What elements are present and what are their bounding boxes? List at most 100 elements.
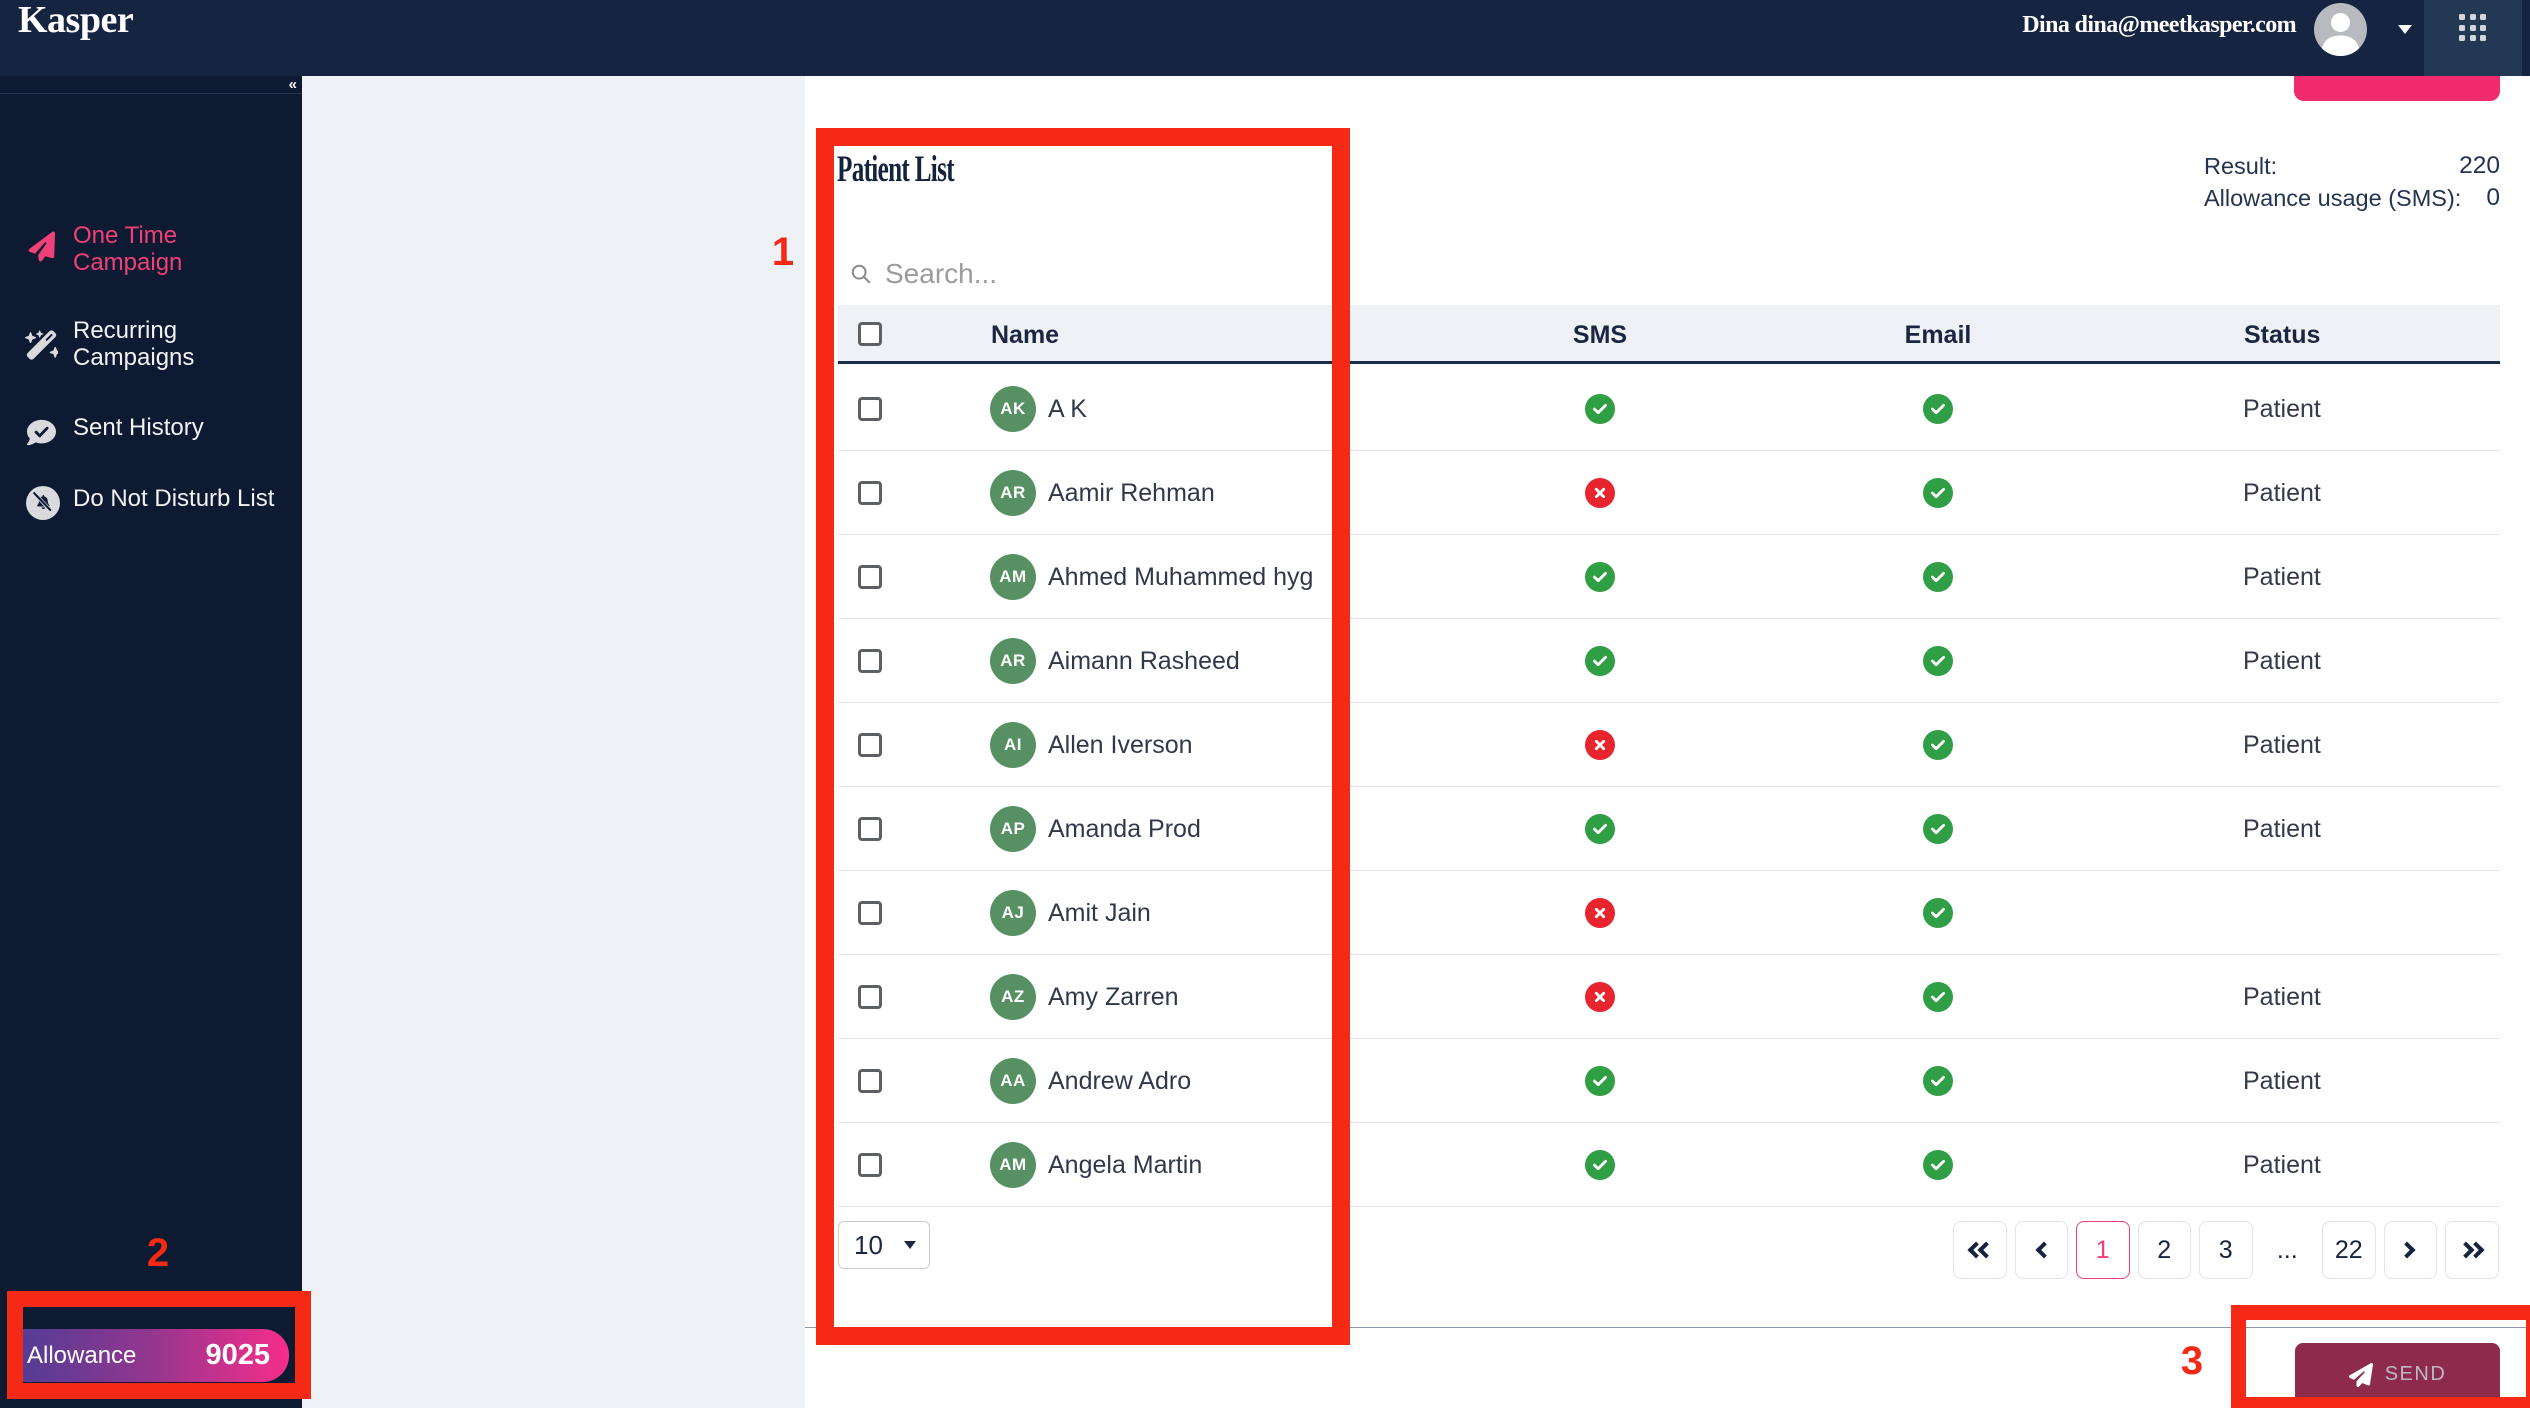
sidebar-item-recurring-campaigns[interactable]: Recurring Campaigns xyxy=(0,297,302,397)
result-row: Allowance usage (SMS): 0 xyxy=(2204,182,2500,214)
row-checkbox[interactable] xyxy=(858,1153,882,1177)
column-header-email[interactable]: Email xyxy=(1838,321,2038,350)
nav-label-line: One Time xyxy=(73,222,178,249)
allowance-value: 9025 xyxy=(205,1339,270,1371)
patient-name: Aimann Rasheed xyxy=(1048,647,1240,675)
patient-name: Andrew Adro xyxy=(1048,1067,1192,1095)
table-row: AM Ahmed Muhammed hyg Patient xyxy=(838,535,2500,619)
email-status-icon xyxy=(1923,562,1953,592)
avatar: AI xyxy=(990,722,1036,768)
chevron-icon xyxy=(2035,1241,2053,1259)
page-button[interactable]: 2 xyxy=(2137,1221,2191,1279)
page-button[interactable]: 1 xyxy=(2076,1221,2130,1279)
collapse-sidebar-icon[interactable]: « xyxy=(289,76,297,93)
email-status-icon xyxy=(1923,646,1953,676)
grid-dot xyxy=(2459,24,2465,31)
user-menu-caret-icon[interactable] xyxy=(2398,25,2412,34)
column-header-sms[interactable]: SMS xyxy=(1500,321,1700,350)
row-checkbox[interactable] xyxy=(858,901,882,925)
patient-status: Patient xyxy=(2243,1067,2321,1095)
table-header: Name SMS Email Status xyxy=(838,305,2500,364)
select-all-checkbox[interactable] xyxy=(858,322,882,346)
page-number: 3 xyxy=(2218,1235,2233,1264)
sms-status-icon xyxy=(1585,898,1615,928)
table-row: AI Allen Iverson Patient xyxy=(838,703,2500,787)
row-checkbox[interactable] xyxy=(858,397,882,421)
patient-name: Amanda Prod xyxy=(1048,815,1201,843)
search-icon xyxy=(851,264,871,284)
user-email: Dina dina@meetkasper.com xyxy=(2022,12,2296,38)
patient-status: Patient xyxy=(2243,983,2321,1011)
sidebar-item-label: Do Not Disturb List xyxy=(73,485,274,512)
avatar: AJ xyxy=(990,890,1036,936)
check-circle-icon xyxy=(1923,898,1953,928)
sidebar-item-do-not-disturb[interactable]: Do Not Disturb List xyxy=(0,463,302,539)
chevron-icon xyxy=(2467,1241,2485,1259)
row-checkbox[interactable] xyxy=(858,649,882,673)
column-header-name[interactable]: Name xyxy=(991,321,1059,350)
select-caret-icon xyxy=(904,1241,916,1249)
grid-dot xyxy=(2469,35,2476,41)
row-checkbox[interactable] xyxy=(858,481,882,505)
email-status-icon xyxy=(1923,982,1953,1012)
result-value: 220 xyxy=(2459,152,2500,179)
page-button[interactable]: › xyxy=(2383,1221,2437,1279)
footer-divider xyxy=(805,1327,2530,1328)
sidebar-item-one-time-campaign[interactable]: One Time Campaign xyxy=(0,198,302,298)
table-body: AK A K Patient AR Aamir Rehman Patient A… xyxy=(838,367,2500,1207)
check-circle-icon xyxy=(1923,814,1953,844)
bell-slash-icon xyxy=(26,486,60,525)
page-button[interactable]: « xyxy=(1953,1221,2007,1279)
column-header-status[interactable]: Status xyxy=(2244,321,2320,350)
result-row: Result: 220 xyxy=(2204,150,2500,182)
chat-check-icon xyxy=(26,418,57,452)
avatar: AK xyxy=(990,386,1036,432)
send-button[interactable]: SEND xyxy=(2295,1343,2500,1408)
table-row: AR Aimann Rasheed Patient xyxy=(838,619,2500,703)
patient-name: A K xyxy=(1048,395,1087,423)
page-button[interactable]: ‹ xyxy=(2014,1221,2068,1279)
check-circle-icon xyxy=(1923,1066,1953,1096)
page-button[interactable]: 3 xyxy=(2199,1221,2253,1279)
row-checkbox[interactable] xyxy=(858,817,882,841)
sidebar-collapse-bar: « xyxy=(0,76,302,94)
page-button[interactable]: ... xyxy=(2261,1221,2315,1279)
patient-name: Allen Iverson xyxy=(1048,731,1193,759)
patient-name: Ahmed Muhammed hyg xyxy=(1048,563,1314,591)
sidebar-item-sent-history[interactable]: Sent History xyxy=(0,397,302,463)
email-status-icon xyxy=(1923,394,1953,424)
check-circle-icon xyxy=(1923,982,1953,1012)
sms-status-icon xyxy=(1585,646,1615,676)
nav-label-line: Campaign xyxy=(73,249,183,276)
row-checkbox[interactable] xyxy=(858,733,882,757)
check-circle-icon xyxy=(1585,1066,1615,1096)
x-circle-icon xyxy=(1585,898,1615,928)
user-avatar[interactable] xyxy=(2314,3,2367,56)
nav-label-line: Sent History xyxy=(73,414,204,441)
page-button[interactable]: » xyxy=(2445,1221,2499,1279)
search-input[interactable] xyxy=(885,258,1485,290)
topbar: Kasper Dina dina@meetkasper.com xyxy=(0,0,2530,76)
check-circle-icon xyxy=(1923,478,1953,508)
email-status-icon xyxy=(1923,478,1953,508)
partial-pink-button[interactable] xyxy=(2294,76,2500,101)
allowance-usage-value: 0 xyxy=(2486,184,2500,211)
apps-menu-button[interactable] xyxy=(2424,0,2522,76)
paper-plane-icon xyxy=(24,228,61,271)
row-checkbox[interactable] xyxy=(858,1069,882,1093)
avatar: AM xyxy=(990,1142,1036,1188)
page-button[interactable]: 22 xyxy=(2322,1221,2376,1279)
chevron-icon xyxy=(2398,1241,2416,1259)
avatar: AZ xyxy=(990,974,1036,1020)
email-status-icon xyxy=(1923,730,1953,760)
patient-status: Patient xyxy=(2243,395,2321,423)
rows-per-page-select[interactable]: 10 xyxy=(838,1221,930,1269)
row-checkbox[interactable] xyxy=(858,985,882,1009)
sidebar-item-label: Recurring Campaigns xyxy=(73,317,194,371)
patient-status: Patient xyxy=(2243,479,2321,507)
email-status-icon xyxy=(1923,1066,1953,1096)
avatar: AM xyxy=(990,554,1036,600)
row-checkbox[interactable] xyxy=(858,565,882,589)
check-circle-icon xyxy=(1923,1150,1953,1180)
grid-dot xyxy=(2469,24,2476,31)
